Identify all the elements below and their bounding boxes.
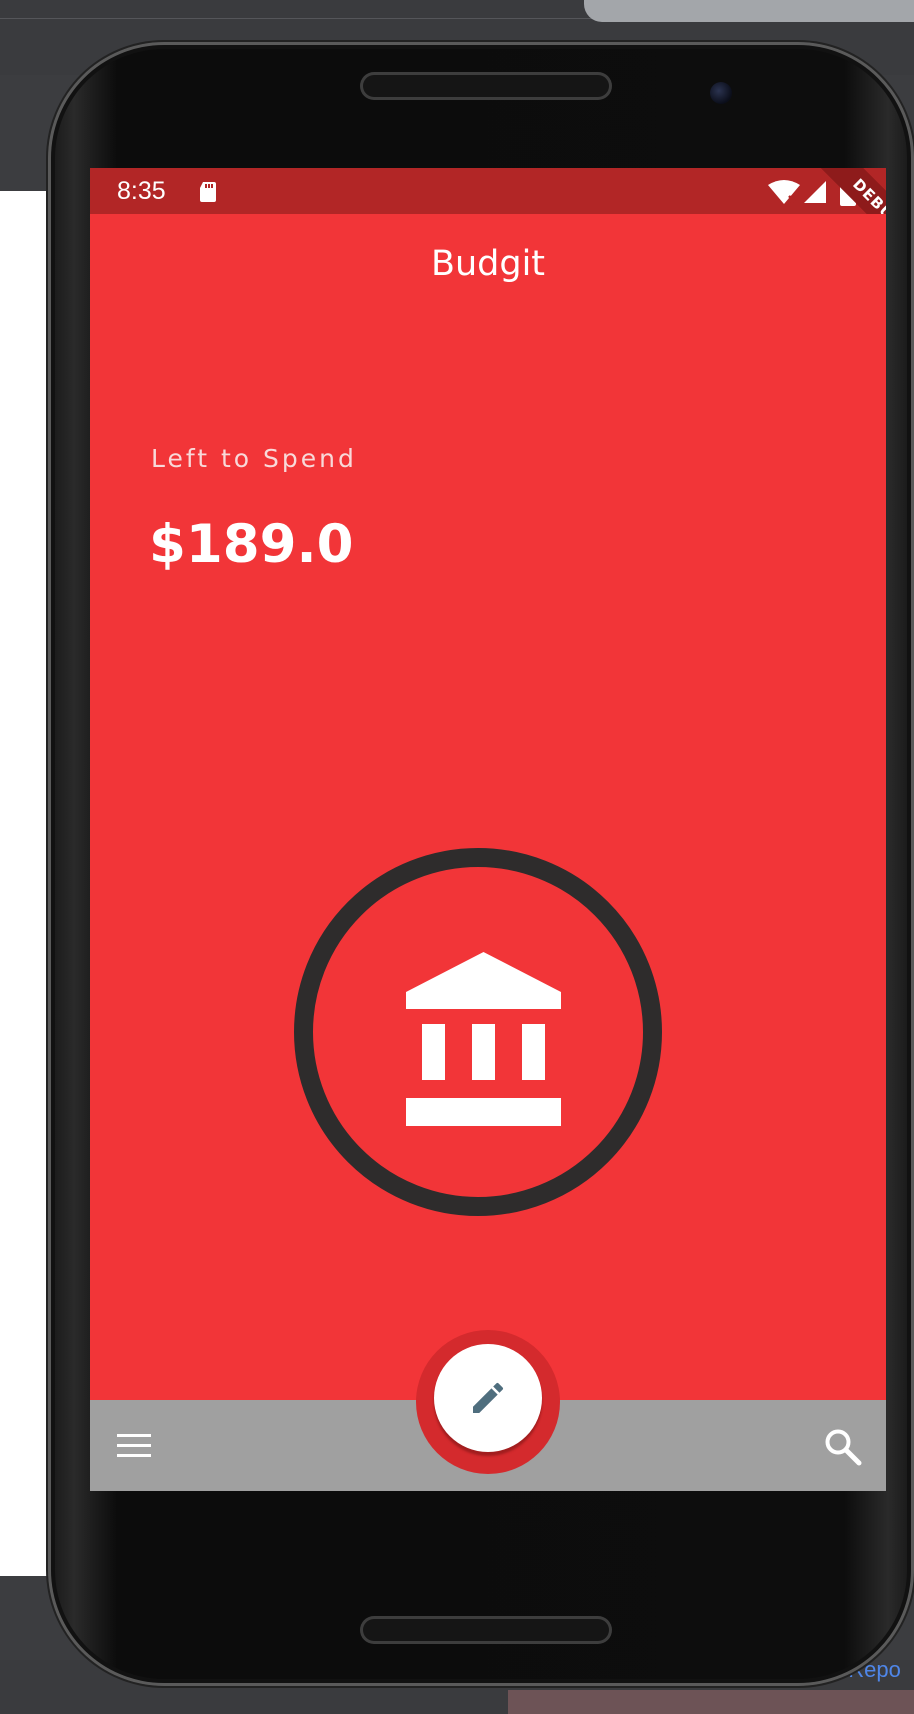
search-icon[interactable] xyxy=(824,1428,862,1466)
top-speaker xyxy=(360,72,612,100)
app-title: Budgit xyxy=(430,244,546,284)
bank-icon xyxy=(406,952,561,1126)
background-bottom-panel xyxy=(508,1690,914,1714)
signal-icon xyxy=(804,181,826,203)
wifi-icon xyxy=(768,180,800,204)
bottom-speaker xyxy=(360,1616,612,1644)
browser-tab[interactable] xyxy=(584,0,914,22)
edit-fab-button[interactable] xyxy=(434,1344,542,1452)
status-time: 8:35 xyxy=(117,177,166,205)
sd-card-icon xyxy=(200,182,216,202)
edit-pencil-icon xyxy=(473,1382,504,1413)
phone-screen: 8:35 DEBUG Budgit Left to Spend $189.0 xyxy=(90,168,886,1491)
left-to-spend-label: Left to Spend xyxy=(151,444,357,473)
status-bar: 8:35 DEBUG xyxy=(90,168,886,265)
menu-icon[interactable] xyxy=(117,1434,151,1458)
app-body: Budgit Left to Spend $189.0 xyxy=(90,214,886,1400)
front-camera xyxy=(710,82,732,104)
left-to-spend-amount: $189.0 xyxy=(149,514,354,575)
